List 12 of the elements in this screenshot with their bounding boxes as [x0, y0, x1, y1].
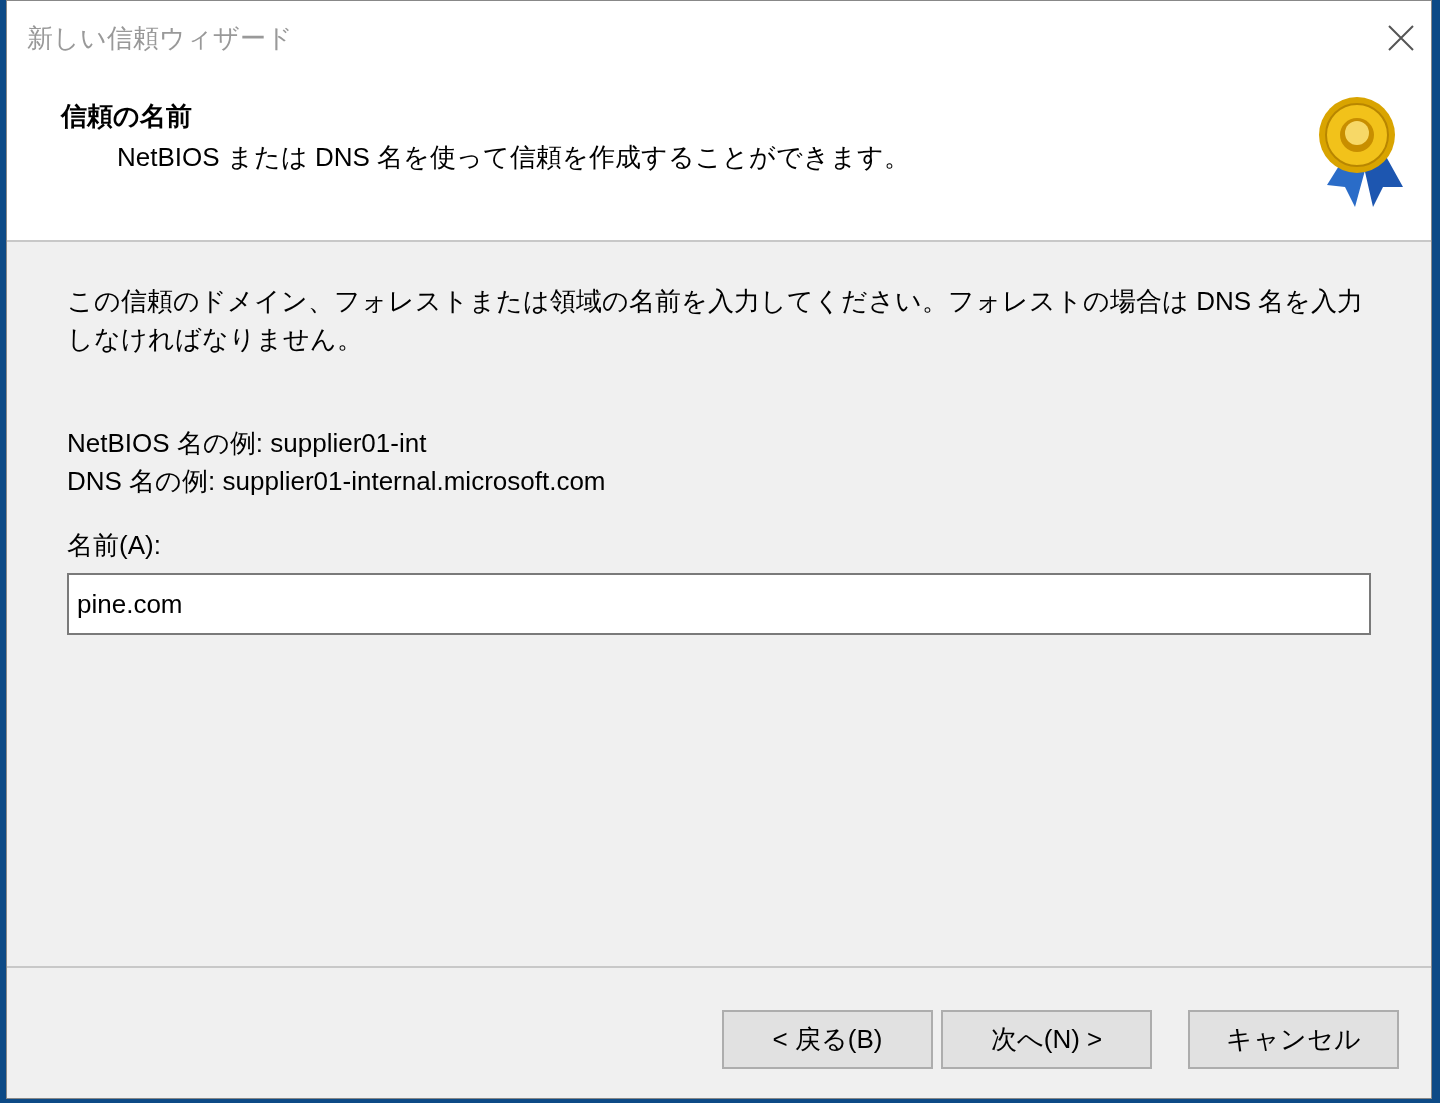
field-label: 名前(A):: [67, 529, 162, 562]
name-field[interactable]: pine.com: [67, 573, 1371, 635]
back-button[interactable]: < 戻る(B): [722, 1010, 933, 1069]
page-title: 信頼の名前: [61, 100, 193, 133]
window-title: 新しい信頼ウィザード: [27, 21, 293, 55]
next-button[interactable]: 次へ(N) >: [941, 1010, 1152, 1069]
cancel-button[interactable]: キャンセル: [1188, 1010, 1399, 1069]
instructions-text: この信頼のドメイン、フォレストまたは領域の名前を入力してください。フォレストの場合は DNS 名を入力しなければなりません。: [67, 285, 1365, 356]
page-subtitle: NetBIOS または DNS 名を使って信頼を作成することができます。: [117, 141, 911, 174]
example-text: DNS 名の例: supplier01-internal.microsoft.com: [67, 465, 607, 498]
close-icon[interactable]: [1387, 24, 1415, 52]
example-text: NetBIOS 名の例: supplier01-int: [67, 427, 428, 460]
